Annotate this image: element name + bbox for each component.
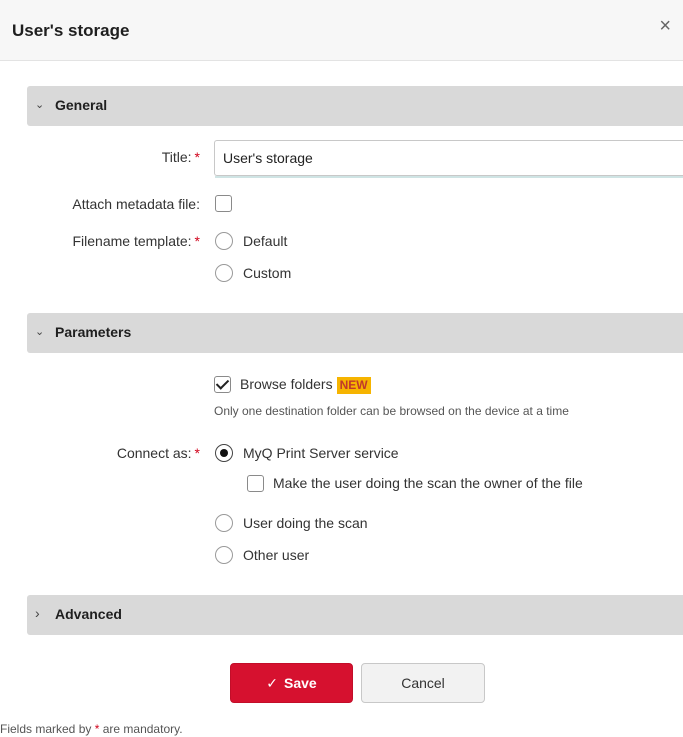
filename-template-label: Filename template: *	[72, 233, 200, 249]
attach-metadata-checkbox[interactable]	[215, 195, 232, 212]
title-field-label: Title: *	[162, 149, 200, 165]
browse-folders-hint: Only one destination folder can be brows…	[214, 404, 569, 418]
users-storage-dialog: User's storage × ⌄ General Title:* Attac…	[0, 0, 683, 737]
title-input[interactable]	[214, 140, 683, 176]
section-general-label: General	[55, 97, 108, 113]
footer-suffix: are mandatory.	[102, 722, 183, 736]
title-input-focus-line	[215, 176, 683, 178]
section-general-header[interactable]: ⌄ General	[27, 86, 683, 126]
chevron-right-icon: ›	[35, 605, 40, 621]
filename-template-label-text: Filename template:	[72, 233, 192, 249]
connect-myq-service-label[interactable]: MyQ Print Server service	[243, 445, 399, 461]
required-marker: *	[194, 233, 200, 249]
required-marker: *	[194, 445, 200, 461]
browse-folders-option[interactable]: Browse folders NEW	[240, 376, 371, 394]
connect-as-label-text: Connect as:	[116, 445, 192, 461]
filename-custom-label[interactable]: Custom	[243, 265, 291, 281]
footer-required-marker: *	[94, 722, 100, 736]
new-badge: NEW	[336, 377, 371, 394]
title-label-text: Title:	[161, 149, 192, 165]
browse-folders-checkbox[interactable]	[214, 376, 231, 393]
close-icon[interactable]: ×	[659, 16, 671, 36]
filename-custom-radio[interactable]	[215, 264, 233, 282]
owner-checkbox[interactable]	[247, 475, 264, 492]
connect-other-user-radio[interactable]	[215, 546, 233, 564]
connect-as-label: Connect as: *	[117, 445, 200, 461]
mandatory-fields-note: Fields marked by * are mandatory.	[0, 722, 183, 736]
cancel-button[interactable]: Cancel	[361, 663, 485, 703]
chevron-down-icon: ⌄	[35, 326, 45, 338]
section-advanced-label: Advanced	[55, 606, 122, 622]
connect-myq-service-radio[interactable]	[215, 444, 233, 462]
dialog-title: User's storage	[12, 21, 130, 40]
required-marker: *	[194, 149, 200, 165]
checkmark-icon: ✓	[266, 674, 279, 691]
filename-default-radio[interactable]	[215, 232, 233, 250]
chevron-down-icon: ⌄	[35, 99, 45, 111]
section-parameters-header[interactable]: ⌄ Parameters	[27, 313, 683, 353]
section-parameters-label: Parameters	[55, 324, 132, 340]
connect-user-scan-radio[interactable]	[215, 514, 233, 532]
filename-default-label[interactable]: Default	[243, 233, 287, 249]
owner-checkbox-label[interactable]: Make the user doing the scan the owner o…	[273, 475, 583, 491]
connect-user-scan-label[interactable]: User doing the scan	[243, 515, 368, 531]
save-button[interactable]: ✓ Save	[230, 663, 353, 703]
section-advanced-header[interactable]: › Advanced	[27, 595, 683, 635]
connect-other-user-label[interactable]: Other user	[243, 547, 309, 563]
dialog-header: User's storage ×	[0, 0, 683, 61]
save-button-label: Save	[284, 674, 317, 691]
footer-prefix: Fields marked by	[0, 722, 92, 736]
browse-folders-label: Browse folders	[240, 376, 333, 392]
attach-metadata-label: Attach metadata file:	[72, 196, 200, 212]
